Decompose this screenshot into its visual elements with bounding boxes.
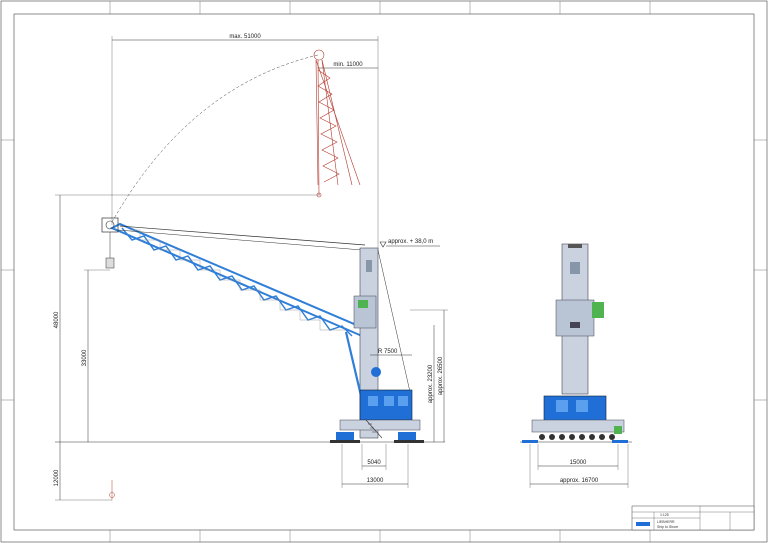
technical-drawing-sheet: max. 51000 min. 11000 approx. + 38,0 m 4…: [0, 0, 768, 543]
reach-arc: [111, 54, 319, 223]
dim-height-33000: 33000: [82, 269, 110, 442]
frame-ticks: [1, 1, 767, 542]
dim-depth-12000-label: 12000: [54, 469, 60, 486]
dim-min-radius: min. 11000: [318, 62, 378, 69]
dim-height-48000: 48000: [54, 194, 320, 442]
dim-depth-12000: 12000: [54, 442, 112, 501]
dim-max-radius-label: max. 51000: [229, 34, 261, 40]
dim-approx-26500-label: approx. 26500: [438, 356, 444, 395]
raised-boom: [313, 49, 361, 198]
dim-height-33000-label: 33000: [82, 349, 88, 366]
dim-tail-radius-label: R 7500: [378, 349, 398, 355]
dim-min-radius-label: min. 11000: [333, 62, 363, 68]
dim-width-5040: 5040: [361, 444, 387, 470]
dim-width-16700-label: approx. 16700: [560, 478, 599, 484]
dim-width-15000: 15000: [537, 444, 619, 470]
liebherr-logo: [636, 522, 650, 526]
title-block-subtitle: Ship to Shore: [657, 525, 678, 529]
dim-approx-23200-label: approx. 23200: [428, 364, 434, 403]
title-block-logo: LIEBHERR: [657, 520, 675, 524]
dim-width-13000-label: 13000: [367, 478, 384, 484]
dim-approx-23200: approx. 23200: [428, 325, 435, 442]
dim-width-5040-label: 5040: [367, 460, 381, 466]
sheet-border-inner: [13, 13, 755, 531]
sheet-border-outer: [0, 0, 768, 543]
dim-height-48000-label: 48000: [54, 311, 60, 328]
approx-height-label: approx. + 38,0 m: [388, 239, 433, 245]
dim-width-15000-label: 15000: [570, 460, 587, 466]
hook-lower: [109, 480, 115, 500]
title-block: LIEBHERR 1:125 Ship to Shore: [631, 505, 755, 531]
title-block-scale: 1:125: [660, 513, 669, 517]
main-boom: [109, 222, 370, 338]
crane-front-view: [522, 243, 628, 443]
